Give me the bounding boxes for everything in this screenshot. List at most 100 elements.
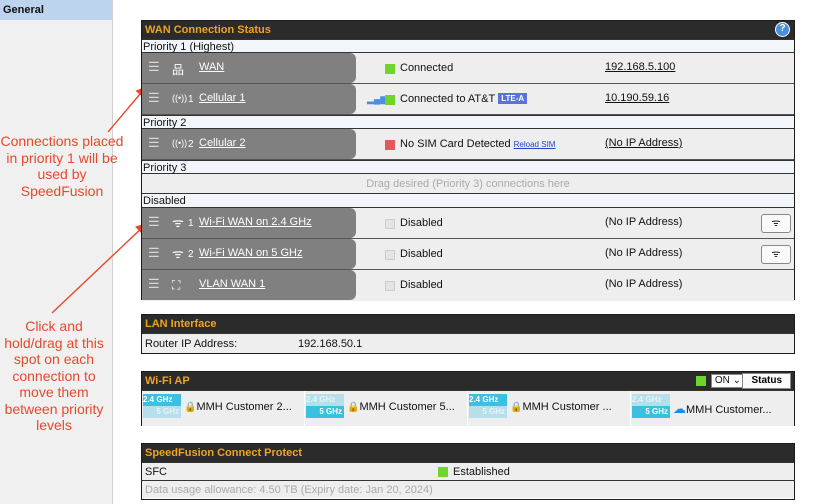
- status-indicator: [385, 95, 395, 105]
- priority1-label: Priority 1 (Highest): [142, 39, 794, 53]
- wan-row-vlan: ☰ ⛶ VLAN WAN 1 Disabled (No IP Address): [142, 270, 794, 301]
- wifi5-link[interactable]: Wi-Fi WAN on 5 GHz: [199, 247, 303, 259]
- sfc-panel: SpeedFusion Connect Protect SFC Establis…: [141, 443, 795, 500]
- wan-row-wifi24: ☰ ᯤ 1 Wi-Fi WAN on 2.4 GHz Disabled (No …: [142, 208, 794, 239]
- sfc-status: Established: [438, 463, 510, 481]
- drag-handle-icon[interactable]: ☰: [148, 276, 160, 292]
- wifi-panel-title: Wi-Fi AP: [145, 375, 190, 387]
- sfc-usage-row: Data usage allowance: 4.50 TB (Expiry da…: [142, 480, 794, 498]
- wifi-icon: ᯤ: [172, 246, 184, 261]
- vlan-status-text: Disabled: [400, 279, 443, 291]
- ap-name: ☁MMH Customer...: [673, 401, 772, 417]
- band-5-badge: 5 GHz: [469, 406, 507, 418]
- cellular1-link[interactable]: Cellular 1: [199, 92, 245, 104]
- help-icon[interactable]: ?: [775, 22, 790, 37]
- band-24-badge: 2.4 GHz: [143, 394, 181, 406]
- wifi-index: 2: [188, 249, 194, 260]
- sfc-panel-header: SpeedFusion Connect Protect: [142, 444, 794, 462]
- lte-badge: LTE-A: [498, 93, 528, 104]
- sfc-status-row: SFC Established: [142, 462, 794, 480]
- cellular2-status-text: No SIM Card Detected Reload SIM: [400, 138, 555, 150]
- cloud-icon: ☁: [673, 401, 686, 416]
- priority3-label: Priority 3: [142, 160, 794, 174]
- ap-item[interactable]: 2.4 GHz 5 GHz ☁MMH Customer...: [631, 391, 794, 426]
- ap-name-text: MMH Customer 2...: [196, 401, 292, 413]
- drag-handle-icon[interactable]: ☰: [148, 214, 160, 230]
- ap-name: 🔒MMH Customer 5...: [347, 401, 455, 413]
- wifi5-ip: (No IP Address): [605, 247, 683, 259]
- cellular1-status-text: Connected to AT&T LTE-A: [400, 93, 528, 105]
- wan-row-cellular2: ☰ ((•)) 2 Cellular 2 No SIM Card Detecte…: [142, 129, 794, 160]
- reload-sim-link[interactable]: Reload SIM: [514, 140, 556, 149]
- status-indicator: [385, 281, 395, 291]
- band-24-badge: 2.4 GHz: [306, 394, 344, 406]
- drag-handle-cell[interactable]: ☰ ((•)) 1 Cellular 1: [142, 84, 356, 114]
- band-5-badge: 5 GHz: [143, 406, 181, 418]
- chevron-down-icon: ⌄: [732, 375, 741, 386]
- cellular-icon: ((•)): [172, 93, 188, 103]
- drag-handle-cell[interactable]: ☰ ᯤ 1 Wi-Fi WAN on 2.4 GHz: [142, 208, 356, 238]
- lock-icon: 🔒: [510, 402, 523, 413]
- wifi24-ip: (No IP Address): [605, 216, 683, 228]
- priority3-drop-zone[interactable]: Drag desired (Priority 3) connections he…: [142, 174, 794, 194]
- ap-name-text: MMH Customer ...: [522, 401, 612, 413]
- wan-row-wifi5: ☰ ᯤ 2 Wi-Fi WAN on 5 GHz Disabled (No IP…: [142, 239, 794, 270]
- ethernet-icon: 品: [172, 63, 185, 77]
- cellular2-link[interactable]: Cellular 2: [199, 137, 245, 149]
- ap-item[interactable]: 2.4 GHz 5 GHz 🔒MMH Customer ...: [468, 391, 631, 426]
- lan-panel-header: LAN Interface: [142, 315, 794, 333]
- drag-handle-cell[interactable]: ☰ ⛶ VLAN WAN 1: [142, 270, 356, 300]
- wan-status-text: Connected: [400, 62, 454, 74]
- ap-name-text: MMH Customer 5...: [359, 401, 455, 413]
- drag-handle-icon[interactable]: ☰: [148, 90, 160, 106]
- cellular-index: 1: [188, 94, 194, 105]
- cellular2-status-label: No SIM Card Detected: [400, 138, 511, 150]
- cellular1-ip[interactable]: 10.190.59.16: [605, 92, 669, 104]
- wifi-scan-icon[interactable]: ᯤ: [761, 245, 791, 264]
- vlan-ip: (No IP Address): [605, 278, 683, 290]
- ap-name: 🔒MMH Customer ...: [510, 401, 612, 413]
- wifi5-status-text: Disabled: [400, 248, 443, 260]
- status-indicator: [385, 250, 395, 260]
- wifi-status-button[interactable]: Status: [742, 373, 791, 389]
- ap-name: 🔒MMH Customer 2...: [184, 401, 292, 413]
- ap-item[interactable]: 2.4 GHz 5 GHz 🔒MMH Customer 5...: [305, 391, 468, 426]
- drag-handle-cell[interactable]: ☰ ((•)) 2 Cellular 2: [142, 129, 356, 159]
- wan-row-cellular1: ☰ ((•)) 1 Cellular 1 ▂▄▆ Connected to AT…: [142, 84, 794, 115]
- drag-handle-cell[interactable]: ☰ ᯤ 2 Wi-Fi WAN on 5 GHz: [142, 239, 356, 269]
- sfc-label: SFC: [145, 466, 167, 478]
- drag-handle-cell[interactable]: ☰ 品 WAN: [142, 53, 356, 83]
- wan-ip[interactable]: 192.168.5.100: [605, 61, 675, 73]
- vlan-link[interactable]: VLAN WAN 1: [199, 278, 265, 290]
- wifi-ap-list: 2.4 GHz 5 GHz 🔒MMH Customer 2... 2.4 GHz…: [142, 390, 794, 426]
- wifi-on-value: ON: [714, 375, 730, 386]
- wan-panel-header: WAN Connection Status ?: [142, 21, 794, 39]
- sidebar-item-general[interactable]: General: [0, 0, 112, 20]
- disabled-label: Disabled: [142, 194, 794, 208]
- cellular-icon: ((•)): [172, 138, 188, 148]
- cellular1-status-label: Connected to AT&T: [400, 93, 496, 105]
- vlan-icon: ⛶: [172, 278, 181, 292]
- cellular2-ip[interactable]: (No IP Address): [605, 137, 682, 149]
- status-indicator: [438, 467, 448, 477]
- status-indicator: [385, 64, 395, 74]
- wan-panel-title: WAN Connection Status: [145, 24, 271, 36]
- wifi24-link[interactable]: Wi-Fi WAN on 2.4 GHz: [199, 216, 312, 228]
- wifi-on-select[interactable]: ON ⌄: [710, 374, 745, 388]
- drag-handle-icon[interactable]: ☰: [148, 245, 160, 261]
- drag-handle-icon[interactable]: ☰: [148, 59, 160, 75]
- wifi-icon: ᯤ: [172, 215, 184, 230]
- cellular-index: 2: [188, 139, 194, 150]
- ap-item[interactable]: 2.4 GHz 5 GHz 🔒MMH Customer 2...: [142, 391, 305, 426]
- wifi-onoff: ON ⌄: [695, 374, 745, 388]
- router-ip-label: Router IP Address:: [145, 338, 238, 350]
- band-5-badge: 5 GHz: [632, 406, 670, 418]
- drag-handle-icon[interactable]: ☰: [148, 135, 160, 151]
- wifi-scan-icon[interactable]: ᯤ: [761, 214, 791, 233]
- router-ip-value: 192.168.50.1: [298, 338, 363, 350]
- band-24-badge: 2.4 GHz: [469, 394, 507, 406]
- wan-link[interactable]: WAN: [199, 61, 224, 73]
- annotation-connections-note: Connections placed in priority 1 will be…: [0, 133, 124, 199]
- sfc-panel-title: SpeedFusion Connect Protect: [145, 447, 303, 459]
- annotation-drag-note: Click and hold/drag at this spot on each…: [4, 318, 104, 433]
